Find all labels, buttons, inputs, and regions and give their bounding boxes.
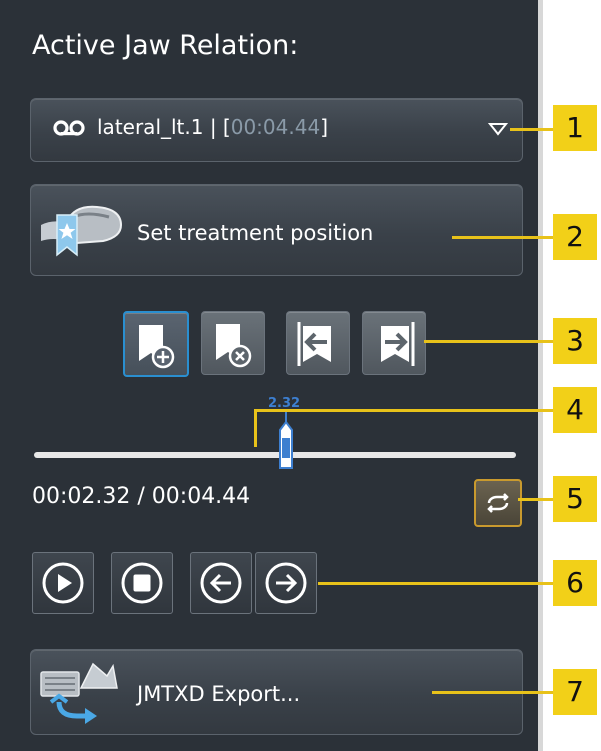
bookmark-add-icon xyxy=(139,325,175,369)
arrow-right-icon xyxy=(265,562,307,604)
add-bookmark-button[interactable] xyxy=(123,311,189,377)
playback-timecode: 00:02.32 / 00:04.44 xyxy=(32,484,251,509)
bookmark-remove-icon xyxy=(216,324,252,368)
step-forward-button[interactable] xyxy=(255,552,317,614)
callout-line-7 xyxy=(432,691,554,694)
play-icon xyxy=(42,562,84,604)
callout-7: 7 xyxy=(553,669,597,715)
remove-bookmark-button[interactable] xyxy=(201,311,265,375)
bookmark-next-icon xyxy=(381,322,415,366)
callout-line-5 xyxy=(518,498,554,501)
callout-3: 3 xyxy=(553,318,597,364)
set-treatment-position-label: Set treatment position xyxy=(137,221,374,245)
loop-toggle-button[interactable] xyxy=(474,479,522,527)
callout-line-4 xyxy=(256,409,554,412)
jmtxd-export-icon xyxy=(37,658,127,728)
triangle-down-icon xyxy=(487,121,509,140)
callout-2: 2 xyxy=(553,214,597,260)
jmtxd-export-label: JMTXD Export... xyxy=(137,682,301,706)
arrow-left-icon xyxy=(200,562,242,604)
bookmark-prev-icon xyxy=(297,322,331,366)
panel-title: Active Jaw Relation: xyxy=(32,30,299,61)
set-treatment-position-button[interactable]: Set treatment position xyxy=(30,184,523,276)
dropdown-selected-value: lateral_lt.1 | [00:04.44] xyxy=(97,115,328,139)
callout-5: 5 xyxy=(553,476,597,522)
dropdown-name: lateral_lt.1 | [ xyxy=(97,115,231,139)
callout-line-3 xyxy=(424,340,554,343)
callout-4: 4 xyxy=(553,387,597,433)
play-button[interactable] xyxy=(32,552,94,614)
stop-icon xyxy=(121,562,163,604)
stop-button[interactable] xyxy=(111,552,173,614)
treatment-position-icon xyxy=(37,197,127,265)
loop-icon xyxy=(487,493,509,513)
jaw-relation-panel: Active Jaw Relation: lateral_lt.1 | [00:… xyxy=(0,0,543,751)
previous-bookmark-button[interactable] xyxy=(286,311,350,375)
panel-right-border xyxy=(538,0,543,751)
jaw-relation-dropdown[interactable]: lateral_lt.1 | [00:04.44] xyxy=(30,98,523,162)
callout-line-2 xyxy=(452,236,554,239)
callout-line-1 xyxy=(510,128,554,131)
timeline-slider-thumb[interactable] xyxy=(276,412,296,476)
dropdown-close-bracket: ] xyxy=(320,115,328,139)
tape-icon xyxy=(53,119,87,142)
timeline-slider-track[interactable] xyxy=(34,452,516,458)
callout-1: 1 xyxy=(553,105,597,151)
step-back-button[interactable] xyxy=(190,552,252,614)
next-bookmark-button[interactable] xyxy=(362,311,426,375)
callout-line-6 xyxy=(318,582,554,585)
dropdown-time: 00:04.44 xyxy=(230,115,321,139)
callout-6: 6 xyxy=(553,560,597,606)
callout-line-4-vertical xyxy=(254,409,257,447)
